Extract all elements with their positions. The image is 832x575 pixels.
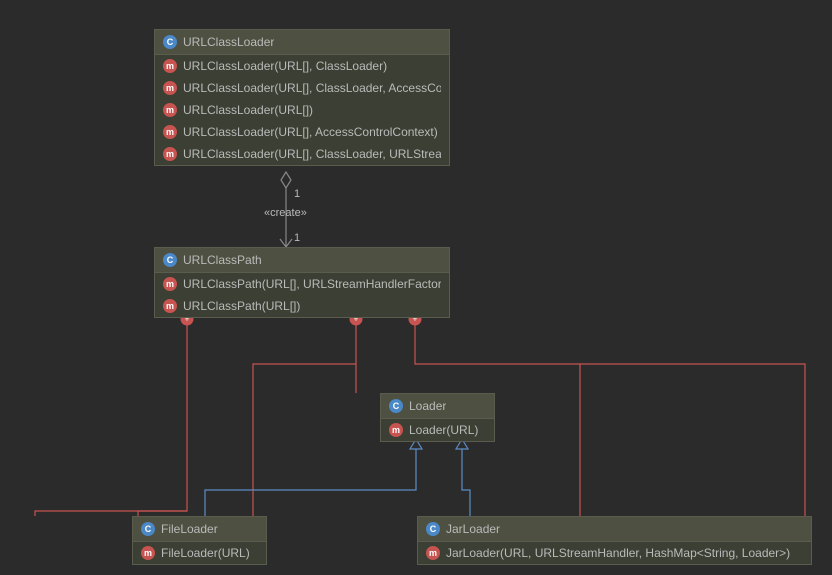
method-icon: m (141, 546, 155, 560)
class-header: C FileLoader (133, 517, 266, 542)
diagram-stage: 1 «create» 1 + + + C URLClassLoader mURL… (0, 0, 832, 575)
multiplicity-bottom: 1 (294, 232, 300, 244)
class-icon: C (426, 522, 440, 536)
class-url-class-path[interactable]: C URLClassPath mURLClassPath(URL[], URLS… (154, 247, 450, 318)
method-icon: m (163, 147, 177, 161)
class-icon: C (141, 522, 155, 536)
class-header: C Loader (381, 394, 494, 419)
method-icon: m (163, 103, 177, 117)
class-icon: C (389, 399, 403, 413)
relation-label: «create» (264, 207, 307, 219)
class-jar-loader[interactable]: C JarLoader mJarLoader(URL, URLStreamHan… (417, 516, 812, 565)
method-row[interactable]: mURLClassPath(URL[], URLStreamHandlerFac… (155, 273, 449, 295)
class-name: FileLoader (161, 522, 218, 536)
class-icon: C (163, 253, 177, 267)
class-header: C URLClassPath (155, 248, 449, 273)
class-loader[interactable]: C Loader mLoader(URL) (380, 393, 495, 442)
method-row[interactable]: mURLClassLoader(URL[], ClassLoader, Acce… (155, 77, 449, 99)
method-icon: m (163, 299, 177, 313)
method-row[interactable]: mURLClassPath(URL[]) (155, 295, 449, 317)
method-row[interactable]: mURLClassLoader(URL[]) (155, 99, 449, 121)
method-icon: m (163, 277, 177, 291)
method-icon: m (163, 59, 177, 73)
class-header: C URLClassLoader (155, 30, 449, 55)
method-row[interactable]: mURLClassLoader(URL[], AccessControlCont… (155, 121, 449, 143)
class-name: Loader (409, 399, 446, 413)
method-icon: m (389, 423, 403, 437)
method-icon: m (163, 125, 177, 139)
method-row[interactable]: mLoader(URL) (381, 419, 494, 441)
class-name: JarLoader (446, 522, 500, 536)
method-row[interactable]: mJarLoader(URL, URLStreamHandler, HashMa… (418, 542, 811, 564)
method-row[interactable]: mFileLoader(URL) (133, 542, 266, 564)
class-file-loader[interactable]: C FileLoader mFileLoader(URL) (132, 516, 267, 565)
method-icon: m (163, 81, 177, 95)
class-name: URLClassLoader (183, 35, 274, 49)
multiplicity-top: 1 (294, 188, 300, 200)
class-url-class-loader[interactable]: C URLClassLoader mURLClassLoader(URL[], … (154, 29, 450, 166)
method-icon: m (426, 546, 440, 560)
class-name: URLClassPath (183, 253, 262, 267)
class-icon: C (163, 35, 177, 49)
method-row[interactable]: mURLClassLoader(URL[], ClassLoader, URLS… (155, 143, 449, 165)
class-header: C JarLoader (418, 517, 811, 542)
method-row[interactable]: mURLClassLoader(URL[], ClassLoader) (155, 55, 449, 77)
